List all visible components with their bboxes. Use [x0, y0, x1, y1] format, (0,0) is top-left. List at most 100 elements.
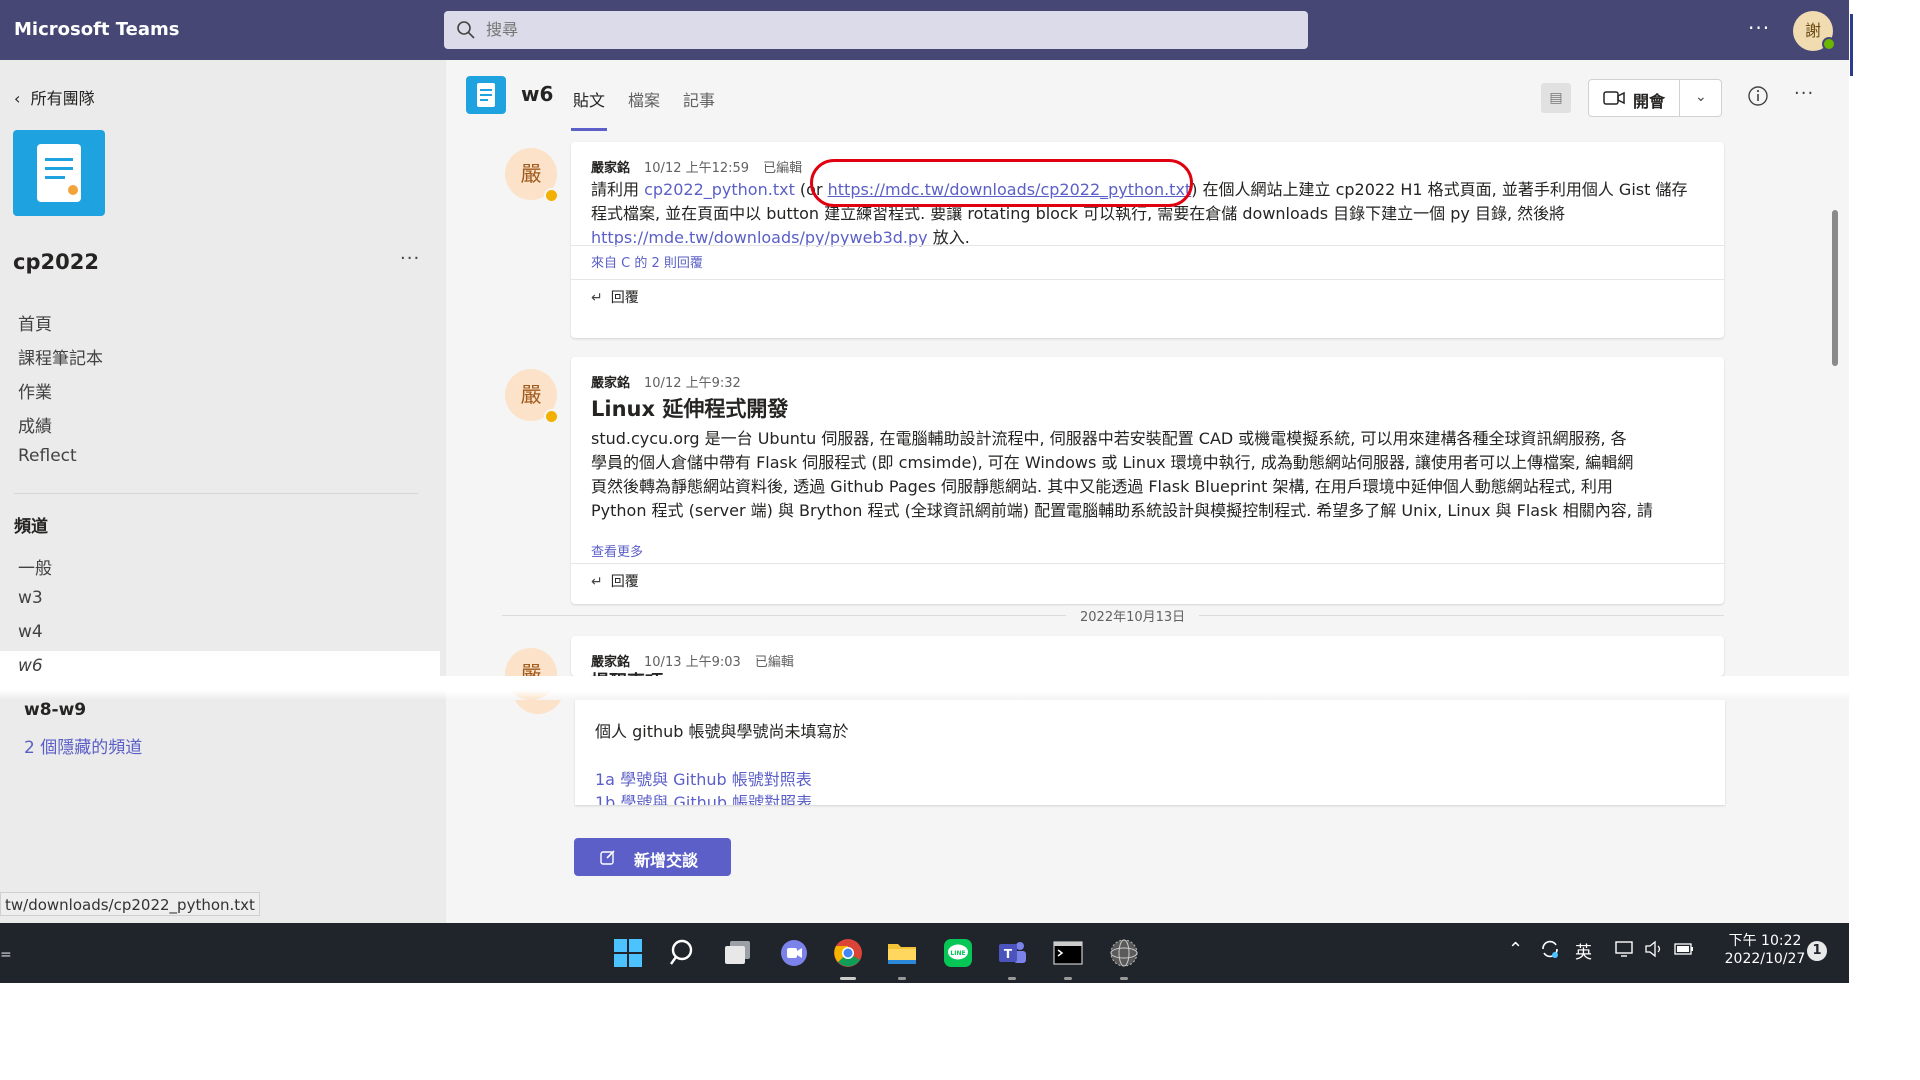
- meet-button[interactable]: 開會 ⌄: [1588, 79, 1722, 117]
- status-away-badge: [544, 188, 559, 203]
- windows-taskbar: = LINE T ⌃ 英 下午 10:22 2022/10/27 1: [0, 923, 1849, 983]
- clock-time[interactable]: 下午 10:22: [1725, 930, 1805, 950]
- post-edited-flag: 已編輯: [763, 161, 803, 176]
- sync-icon[interactable]: [1538, 937, 1562, 961]
- chevron-up-icon[interactable]: ⌃: [1508, 939, 1523, 960]
- post-link[interactable]: 1a 學號與 Github 帳號對照表: [595, 766, 812, 790]
- post-title: Linux 延伸程式開發: [591, 397, 789, 421]
- reply-button[interactable]: ↵ 回覆: [591, 571, 639, 591]
- post-avatar-fragment: [512, 700, 564, 714]
- meet-split-divider: [1679, 80, 1680, 116]
- team-more-icon[interactable]: ···: [400, 248, 420, 269]
- reply-arrow-icon: ↵: [591, 290, 603, 306]
- search-input[interactable]: [484, 19, 1184, 40]
- link-hover-url: tw/downloads/cp2022_python.txt: [0, 892, 260, 916]
- chevron-left-icon: ‹: [14, 89, 31, 108]
- file-explorer-icon[interactable]: [884, 935, 920, 971]
- post-edited-flag: 已編輯: [754, 655, 794, 670]
- notification-badge[interactable]: 1: [1807, 941, 1827, 961]
- info-icon[interactable]: [1746, 84, 1770, 108]
- see-more-link[interactable]: 查看更多: [591, 541, 643, 560]
- post-link[interactable]: cp2022_python.txt: [644, 180, 795, 199]
- back-label: 所有團隊: [30, 89, 95, 108]
- nav-reflect[interactable]: Reflect: [18, 446, 77, 466]
- sidebar-divider: [14, 493, 418, 494]
- channel-general[interactable]: 一般: [18, 554, 52, 579]
- active-tab-indicator: [571, 128, 607, 131]
- task-view-icon[interactable]: [720, 935, 756, 971]
- network-icon[interactable]: [1614, 939, 1636, 959]
- new-conversation-button[interactable]: 新增交談: [574, 838, 731, 876]
- reply-button[interactable]: ↵ 回覆: [591, 287, 639, 307]
- title-bar: Microsoft Teams ··· 謝: [0, 0, 1849, 60]
- card-divider: [571, 563, 1724, 564]
- post-link[interactable]: 1b 學號與 Github 帳號對照表: [595, 792, 812, 805]
- scrollbar-thumb[interactable]: [1832, 210, 1838, 366]
- running-app-indicator: [1120, 977, 1128, 980]
- channel-more-icon[interactable]: ···: [1794, 83, 1814, 104]
- running-app-indicator: [1008, 977, 1016, 980]
- channel-w8-w9[interactable]: w8-w9: [24, 700, 86, 720]
- line-icon[interactable]: LINE: [940, 935, 976, 971]
- chrome-icon[interactable]: [830, 935, 866, 971]
- card-divider: [571, 245, 1724, 246]
- team-logo-icon: [13, 130, 105, 216]
- post-author: 嚴家銘: [591, 376, 631, 391]
- team-sidebar: ‹ 所有團隊 cp2022 ··· 首頁 課程筆記本 作業 成績 Reflect…: [0, 60, 446, 983]
- battery-icon[interactable]: [1673, 940, 1695, 958]
- post-title: 提醒事項: [591, 668, 663, 676]
- search-box[interactable]: [444, 11, 1308, 49]
- team-name: cp2022: [13, 250, 99, 274]
- status-away-badge: [544, 409, 559, 424]
- running-app-indicator: [1064, 977, 1072, 980]
- meet-label: 開會: [1633, 92, 1666, 111]
- chat-icon[interactable]: [776, 935, 812, 971]
- reply-label: 回覆: [610, 290, 639, 306]
- volume-icon[interactable]: [1643, 939, 1665, 959]
- back-to-teams[interactable]: ‹ 所有團隊: [14, 85, 95, 109]
- app-sphere-icon[interactable]: [1106, 935, 1142, 971]
- nav-assignments[interactable]: 作業: [18, 378, 52, 403]
- annotation-circle: [810, 159, 1193, 207]
- compose-icon: [600, 850, 615, 865]
- post-card: 嚴家銘10/13 上午9:03已編輯 提醒事項: [571, 636, 1724, 676]
- post-text: ) 在個人網站上建立 cp2022 H1 格式頁面, 並著手利用個人 Gist …: [1191, 180, 1688, 199]
- start-icon[interactable]: [610, 935, 646, 971]
- nav-home[interactable]: 首頁: [18, 310, 52, 335]
- presence-badge: [1822, 37, 1836, 51]
- channel-w4[interactable]: w4: [18, 622, 43, 642]
- teams-icon[interactable]: T: [994, 935, 1030, 971]
- video-camera-icon: [1603, 91, 1625, 105]
- post-time: 10/12 上午9:32: [644, 376, 741, 391]
- channel-w3[interactable]: w3: [18, 588, 43, 608]
- tab-notes[interactable]: 記事: [683, 87, 715, 111]
- post-text: 學員的個人倉儲中帶有 Flask 伺服程式 (即 cmsimde), 可在 Wi…: [591, 453, 1634, 472]
- replies-count-link[interactable]: 來自 C 的 2 則回覆: [591, 252, 703, 271]
- window-edge: [1850, 14, 1853, 76]
- clock-date[interactable]: 2022/10/27: [1715, 951, 1815, 967]
- channel-tool-icon[interactable]: ▤: [1541, 83, 1571, 113]
- search-icon[interactable]: [666, 935, 702, 971]
- post-meta: 嚴家銘 10/12 上午12:59 已編輯: [591, 157, 802, 176]
- post-author: 嚴家銘: [591, 161, 631, 176]
- input-method-indicator[interactable]: 英: [1575, 938, 1592, 963]
- post-text: Python 程式 (server 端) 與 Brython 程式 (全球資訊網…: [591, 501, 1653, 520]
- nav-class-notebook[interactable]: 課程筆記本: [18, 344, 103, 369]
- hidden-channels-link[interactable]: 2 個隱藏的頻道: [24, 733, 142, 758]
- tab-posts[interactable]: 貼文: [573, 87, 605, 111]
- teams-window: Microsoft Teams ··· 謝 ‹ 所有團隊 cp2022: [0, 0, 1849, 983]
- channel-title: w6: [521, 82, 554, 106]
- running-app-indicator: [898, 977, 906, 980]
- app-title: Microsoft Teams: [14, 19, 180, 40]
- new-conversation-label: 新增交談: [634, 851, 699, 870]
- post-text: 頁然後轉為靜態網站資料後, 透過 Github Pages 伺服靜態網站. 其中…: [591, 477, 1613, 496]
- post-time: 10/12 上午12:59: [644, 161, 750, 176]
- tab-files[interactable]: 檔案: [628, 87, 660, 111]
- more-options-icon[interactable]: ···: [1748, 16, 1770, 40]
- channel-w6[interactable]: w6: [18, 656, 43, 676]
- svg-text:T: T: [1004, 947, 1013, 961]
- nav-grades[interactable]: 成績: [18, 412, 52, 437]
- chevron-down-icon[interactable]: ⌄: [1695, 89, 1707, 105]
- svg-text:LINE: LINE: [950, 950, 965, 957]
- terminal-icon[interactable]: [1050, 935, 1086, 971]
